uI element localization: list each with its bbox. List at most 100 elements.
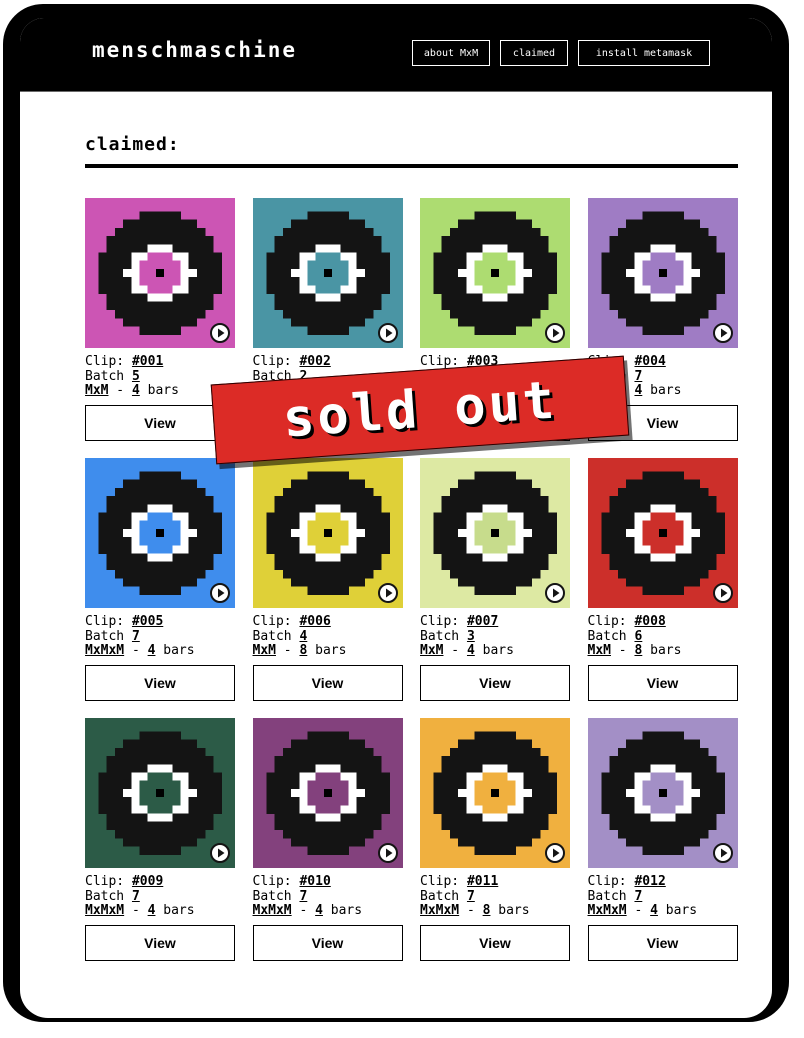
play-icon[interactable]	[377, 843, 398, 863]
vinyl-record-icon[interactable]	[587, 458, 738, 608]
clip-id-link[interactable]: #011	[467, 874, 498, 889]
site-logo[interactable]: menschmaschine	[92, 38, 297, 62]
batch-link[interactable]: 3	[467, 629, 475, 644]
view-button[interactable]: View	[252, 665, 403, 701]
play-icon[interactable]	[210, 583, 230, 603]
view-button[interactable]: View	[85, 925, 235, 961]
batch-label: Batch	[420, 888, 467, 904]
play-icon[interactable]	[712, 843, 733, 863]
clip-meta: Clip: #010 Batch 7 MxMxM - 4 bars	[252, 874, 363, 919]
artist-link[interactable]: MxMxM	[85, 903, 124, 918]
artist-link[interactable]: MxMxM	[85, 643, 124, 658]
artist-link[interactable]: MxMxM	[588, 903, 627, 918]
clip-id-link[interactable]: #008	[634, 614, 665, 629]
vinyl-record-icon[interactable]	[420, 718, 570, 868]
vinyl-record-icon[interactable]	[252, 198, 403, 348]
play-icon[interactable]	[545, 323, 565, 343]
clip-card: Clip: #005 Batch 7 MxMxM - 4 bars View	[85, 458, 235, 718]
vinyl-record-icon[interactable]	[587, 718, 738, 868]
batch-link[interactable]: 7	[299, 889, 307, 904]
play-icon[interactable]	[377, 583, 398, 603]
vinyl-record-icon[interactable]	[85, 718, 235, 868]
bars-link[interactable]: 4	[132, 383, 140, 398]
vinyl-record-icon[interactable]	[252, 458, 403, 608]
clip-id-link[interactable]: #007	[467, 614, 498, 629]
bars-link[interactable]: 4	[650, 903, 658, 918]
artist-link[interactable]: MxM	[420, 643, 443, 658]
vinyl-record-icon[interactable]	[252, 718, 403, 868]
play-icon[interactable]	[210, 843, 230, 863]
view-button[interactable]: View	[252, 925, 403, 961]
separator: -	[291, 903, 316, 918]
play-icon[interactable]	[210, 323, 230, 343]
view-button[interactable]: View	[420, 925, 570, 961]
view-button[interactable]: View	[587, 925, 738, 961]
artist-link[interactable]: MxMxM	[253, 903, 292, 918]
batch-label: Batch	[252, 888, 300, 904]
vinyl-record-icon[interactable]	[420, 198, 570, 348]
clip-meta: Clip: #011 Batch 7 MxMxM - 8 bars	[420, 874, 530, 919]
artist-link[interactable]: MxMxM	[420, 903, 459, 918]
artist-link[interactable]: MxM	[253, 643, 276, 658]
nav-claimed-button[interactable]: claimed	[500, 40, 568, 66]
vinyl-record-icon[interactable]	[85, 198, 235, 348]
batch-label: Batch	[420, 628, 467, 644]
play-icon[interactable]	[377, 323, 398, 343]
clip-card: Clip: #012 Batch 7 MxMxM - 4 bars View	[587, 718, 738, 978]
nav-about-button[interactable]: about MxM	[412, 40, 490, 66]
play-icon[interactable]	[545, 583, 565, 603]
view-button[interactable]: View	[420, 665, 570, 701]
clip-id-link[interactable]: #004	[634, 354, 665, 369]
clip-id-link[interactable]: #001	[132, 354, 163, 369]
artist-link[interactable]: MxM	[85, 383, 108, 398]
separator: -	[626, 903, 651, 918]
page-title: claimed:	[85, 134, 180, 155]
clip-id-link[interactable]: #010	[299, 874, 330, 889]
batch-link[interactable]: 7	[634, 889, 642, 904]
batch-link[interactable]: 4	[299, 629, 307, 644]
vinyl-record-icon[interactable]	[420, 458, 570, 608]
clip-id-link[interactable]: #005	[132, 614, 163, 629]
clip-meta: Clip: #001 Batch 5 MxM - 4 bars	[85, 354, 179, 399]
view-button[interactable]: View	[85, 665, 235, 701]
bars-link[interactable]: 4	[315, 903, 323, 918]
bars-label: bars	[642, 383, 682, 398]
clip-meta: Clip: #008 Batch 6 MxM - 8 bars	[588, 614, 682, 659]
play-icon[interactable]	[712, 323, 733, 343]
site-header: menschmaschine about MxM claimed install…	[20, 18, 772, 92]
bars-label: bars	[642, 643, 682, 658]
play-icon[interactable]	[545, 843, 565, 863]
batch-label: Batch	[85, 628, 132, 644]
clip-id-link[interactable]: #009	[132, 874, 163, 889]
play-icon[interactable]	[712, 583, 733, 603]
vinyl-record-icon[interactable]	[587, 198, 738, 348]
batch-link[interactable]: 7	[634, 369, 642, 384]
clip-meta: Clip: #005 Batch 7 MxMxM - 4 bars	[85, 614, 195, 659]
clip-card: Clip: #008 Batch 6 MxM - 8 bars View	[587, 458, 738, 718]
separator: -	[443, 643, 467, 658]
vinyl-record-icon[interactable]	[85, 458, 235, 608]
clip-card: Clip: #010 Batch 7 MxMxM - 4 bars View	[252, 718, 403, 978]
clip-label: Clip:	[252, 354, 300, 369]
batch-link[interactable]: 7	[132, 889, 140, 904]
clip-card: Clip: #006 Batch 4 MxM - 8 bars View	[252, 458, 403, 718]
bars-link[interactable]: 4	[467, 643, 475, 658]
batch-link[interactable]: 7	[132, 629, 140, 644]
batch-link[interactable]: 7	[467, 889, 475, 904]
clip-card: Clip: #007 Batch 3 MxM - 4 bars View	[420, 458, 570, 718]
clip-id-link[interactable]: #012	[634, 874, 665, 889]
view-button[interactable]: View	[587, 665, 738, 701]
artist-link[interactable]: MxM	[588, 643, 611, 658]
clip-label: Clip:	[420, 874, 467, 889]
nav-install-metamask-button[interactable]: install metamask	[578, 40, 710, 66]
bars-label: bars	[139, 383, 179, 398]
clip-label: Clip:	[252, 874, 300, 889]
clip-id-link[interactable]: #002	[299, 354, 330, 369]
clip-label: Clip:	[587, 874, 635, 889]
clip-id-link[interactable]: #006	[299, 614, 330, 629]
separator: -	[124, 903, 148, 918]
browser-screen: menschmaschine about MxM claimed install…	[20, 18, 772, 1018]
batch-link[interactable]: 5	[132, 369, 140, 384]
batch-link[interactable]: 6	[634, 629, 642, 644]
clip-label: Clip:	[252, 614, 300, 629]
